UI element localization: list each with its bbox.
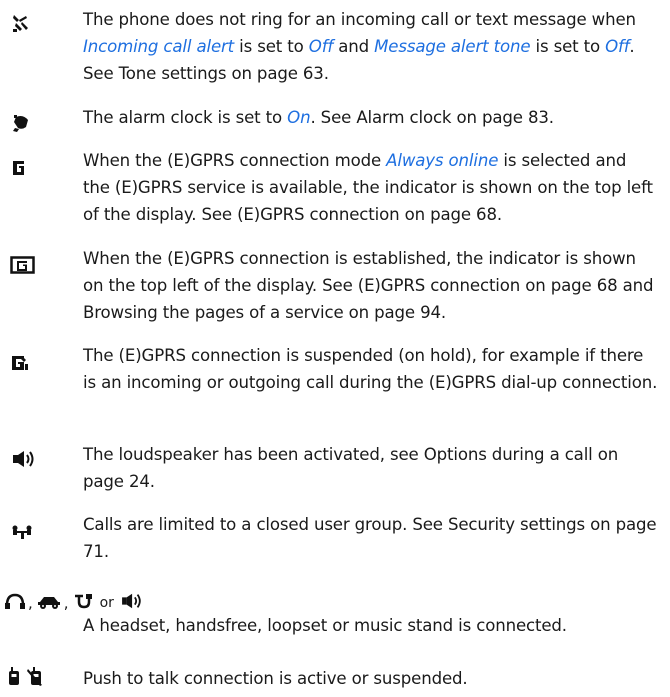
ptt-active-icon <box>4 666 24 692</box>
ptt-icons <box>4 667 46 691</box>
entry-text: The alarm clock is set to On. See Alarm … <box>83 108 554 127</box>
silent-profile-icon <box>10 12 60 42</box>
alarm-clock-icon <box>10 113 60 143</box>
closed-user-group-icon <box>10 521 60 551</box>
loudspeaker-icon <box>10 448 60 478</box>
or-label: or <box>99 595 114 611</box>
gprs-boxed-g-icon <box>10 254 60 284</box>
separator: , <box>63 594 69 612</box>
entry-text: When the (E)GPRS connection mode Always … <box>83 151 653 224</box>
loopset-icon <box>72 592 94 614</box>
gprs-g-icon <box>10 156 60 186</box>
entry-text: The (E)GPRS connection is suspended (on … <box>83 346 658 392</box>
handsfree-icon <box>36 592 62 614</box>
entry-text: A headset, handsfree, loopset or music s… <box>83 616 567 635</box>
ptt-suspended-icon <box>26 666 46 692</box>
gprs-suspended-icon <box>10 351 60 381</box>
entry-text: The phone does not ring for an incoming … <box>83 10 636 83</box>
entry-text: Calls are limited to a closed user group… <box>83 515 657 561</box>
entry-text: Push to talk connection is active or sus… <box>83 669 468 688</box>
separator: , <box>28 594 33 612</box>
entry-text: When the (E)GPRS connection is establish… <box>83 249 654 322</box>
headset-icon <box>4 592 26 614</box>
entry-text: The loudspeaker has been activated, see … <box>83 445 619 491</box>
